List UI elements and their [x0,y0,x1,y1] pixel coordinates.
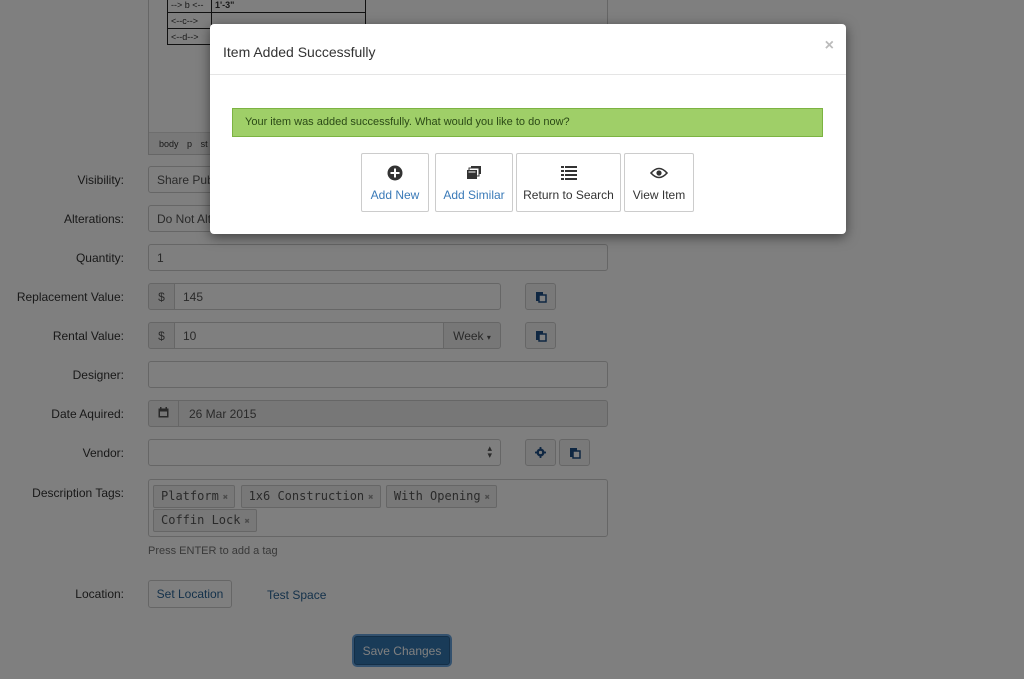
return-to-search-label: Return to Search [523,188,614,202]
add-new-label: Add New [370,188,420,202]
view-item-label: View Item [632,188,686,202]
eye-icon [650,167,668,179]
modal-title: Item Added Successfully [223,44,376,60]
modal-header: Item Added Successfully × [210,24,846,75]
close-button[interactable]: × [825,37,834,55]
add-new-button[interactable]: Add New [361,153,429,212]
copy-stack-icon [467,166,481,179]
list-icon [560,166,577,180]
success-alert: Your item was added successfully. What w… [232,108,823,137]
return-to-search-button[interactable]: Return to Search [516,153,621,212]
success-modal: Item Added Successfully × Your item was … [210,24,846,234]
add-similar-label: Add Similar [443,188,505,202]
add-similar-button[interactable]: Add Similar [435,153,513,212]
view-item-button[interactable]: View Item [624,153,694,212]
plus-circle-icon [387,165,403,181]
